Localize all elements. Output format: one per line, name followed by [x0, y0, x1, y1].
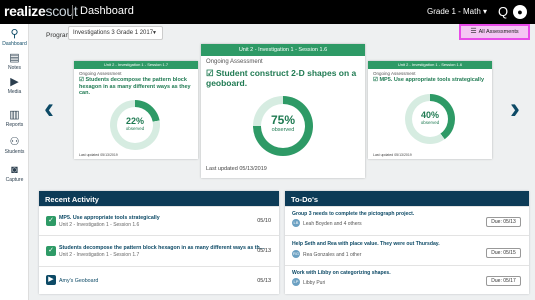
list-item[interactable]: ✓ Students decompose the pattern block h…	[39, 235, 279, 266]
program-select-value: Investigations 3 Grade 1 2017	[73, 30, 154, 36]
app-logo[interactable]: realizescout	[4, 3, 78, 19]
activity-title: MP5. Use appropriate tools strategically	[59, 215, 160, 221]
activity-title: Students decompose the pattern block hex…	[59, 245, 265, 251]
check-icon: ☑	[206, 68, 216, 78]
media-icon: ▶	[10, 76, 19, 88]
ring-center: 75% observed	[261, 104, 305, 148]
sidebar-item-label: Capture	[5, 177, 24, 183]
activity-subtitle: Unit 2 - Investigation 1 - Session 1.6	[59, 222, 140, 228]
page-title: Dashboard	[80, 5, 134, 17]
last-updated: Last updated 05/13/2019	[373, 153, 412, 157]
search-icon[interactable]: Q	[496, 4, 510, 20]
sidebar-item-reports[interactable]: ▥ Reports	[0, 109, 29, 128]
todo-item[interactable]: Group 3 needs to complete the pictograph…	[285, 206, 529, 235]
todo-title: To-Do's	[285, 191, 529, 206]
card-header: Unit 2 - Investigation 1 - Session 1.7	[74, 61, 198, 69]
avatar: LP	[292, 278, 300, 286]
card-title-text: Students decompose the pattern block hex…	[79, 77, 191, 96]
due-date: Due: 05/17	[486, 276, 521, 286]
card-header: Unit 2 - Investigation 1 - Session 1.6	[368, 61, 492, 69]
sidebar-item-capture[interactable]: ◙ Capture	[0, 164, 29, 183]
sidebar-item-students[interactable]: ⚇ Students	[0, 136, 29, 155]
todo-item-title: Help Seth and Rea with place value. They…	[292, 241, 440, 247]
top-bar: realizescout Dashboard Grade 1 - Math ▾ …	[0, 0, 535, 24]
sidebar-item-label: Notes	[7, 65, 22, 71]
todo-item[interactable]: Help Seth and Rea with place value. They…	[285, 235, 529, 265]
telescope-icon: ⚲	[10, 28, 19, 40]
camera-icon: ◙	[11, 164, 18, 176]
reports-icon: ▥	[9, 109, 20, 121]
card-header: Unit 2 - Investigation 1 - Session 1.6	[201, 44, 365, 56]
card-type: Ongoing Assessment	[79, 71, 122, 76]
todo-item[interactable]: Work with Libby on categorizing shapes. …	[285, 265, 529, 294]
todo-panel: To-Do's Group 3 needs to complete the pi…	[285, 191, 529, 294]
todo-assignees: Leah Boyden and 4 others	[303, 221, 362, 227]
due-date: Due: 05/13	[486, 217, 521, 227]
card-title-text: Student construct 2-D shapes on a geoboa…	[206, 68, 357, 88]
todo-assignees: Libby Puri	[303, 280, 326, 286]
checkbox-icon: ✓	[46, 246, 56, 256]
percent-value: 75%	[270, 113, 296, 127]
checkbox-icon: ✓	[46, 216, 56, 226]
observed-label: observed	[271, 127, 295, 133]
assessment-card-right[interactable]: Unit 2 - Investigation 1 - Session 1.6 O…	[368, 61, 492, 159]
todo-item-title: Group 3 needs to complete the pictograph…	[292, 211, 415, 217]
chevron-down-icon: ▼	[152, 30, 157, 36]
media-icon: ▶	[46, 275, 56, 285]
logo-text-realize: realize	[4, 3, 46, 19]
card-title: ☑ Students decompose the pattern block h…	[79, 77, 195, 97]
activity-date: 05/13	[257, 248, 271, 254]
notes-icon: ▤	[9, 52, 20, 64]
last-updated: Last updated 05/13/2019	[206, 166, 267, 172]
avatar: LB	[292, 219, 300, 227]
sidebar-item-media[interactable]: ▶ Media	[0, 76, 29, 95]
last-updated: Last updated 05/13/2019	[79, 153, 118, 157]
account-icon[interactable]: ●	[513, 5, 527, 19]
all-assessments-label: All Assessments	[478, 29, 519, 35]
carousel-prev-arrow[interactable]: ‹	[44, 92, 54, 126]
all-assessments-button[interactable]: ☰ All Assessments	[459, 24, 530, 40]
assessment-card-left[interactable]: Unit 2 - Investigation 1 - Session 1.7 O…	[74, 61, 198, 159]
card-title-text: MP5. Use appropriate tools strategically	[379, 77, 485, 83]
activity-title: Amy's Geoboard	[59, 278, 99, 284]
card-type: Ongoing Assessment	[373, 71, 416, 76]
sidebar-item-notes[interactable]: ▤ Notes	[0, 52, 29, 71]
activity-date: 05/13	[257, 278, 271, 284]
activity-date: 05/10	[257, 218, 271, 224]
sidebar-item-dashboard[interactable]: ⚲ Dashboard	[0, 28, 29, 47]
sidebar-item-label: Media	[7, 89, 22, 95]
sidebar: ⚲ Dashboard ▤ Notes ▶ Media ▥ Reports ⚇ …	[0, 24, 29, 300]
program-select[interactable]: Investigations 3 Grade 1 2017 ▼	[68, 26, 163, 40]
due-date: Due: 05/15	[486, 248, 521, 258]
avatar: RG	[292, 250, 300, 258]
card-type: Ongoing Assessment	[206, 59, 263, 65]
divider	[72, 5, 73, 19]
list-item[interactable]: ▶ Amy's Geoboard 05/13	[39, 266, 279, 294]
card-title: ☑ Student construct 2-D shapes on a geob…	[206, 68, 362, 88]
percent-value: 22%	[125, 116, 144, 126]
recent-activity-title: Recent Activity	[39, 191, 279, 206]
sidebar-item-label: Students	[4, 149, 25, 155]
card-title: ☑ MP5. Use appropriate tools strategical…	[373, 77, 489, 84]
ring-center: 22% observed	[117, 107, 153, 143]
ring-center: 40% observed	[412, 101, 448, 137]
list-icon: ☰	[470, 28, 477, 35]
todo-item-title: Work with Libby on categorizing shapes.	[292, 270, 391, 276]
assessment-card-center[interactable]: Unit 2 - Investigation 1 - Session 1.6 O…	[201, 44, 365, 178]
percent-value: 40%	[420, 110, 439, 120]
recent-activity-panel: Recent Activity ✓ MP5. Use appropriate t…	[39, 191, 279, 294]
todo-assignees: Rea Gonzales and 1 other	[303, 252, 362, 258]
activity-subtitle: Unit 2 - Investigation 1 - Session 1.7	[59, 252, 140, 258]
observed-label: observed	[420, 120, 440, 125]
observed-label: observed	[125, 126, 145, 131]
students-icon: ⚇	[9, 136, 20, 148]
list-item[interactable]: ✓ MP5. Use appropriate tools strategical…	[39, 206, 279, 235]
sidebar-item-label: Reports	[5, 122, 24, 128]
carousel-next-arrow[interactable]: ›	[510, 92, 520, 126]
grade-menu[interactable]: Grade 1 - Math ▾	[427, 7, 487, 16]
sidebar-item-label: Dashboard	[2, 41, 27, 47]
